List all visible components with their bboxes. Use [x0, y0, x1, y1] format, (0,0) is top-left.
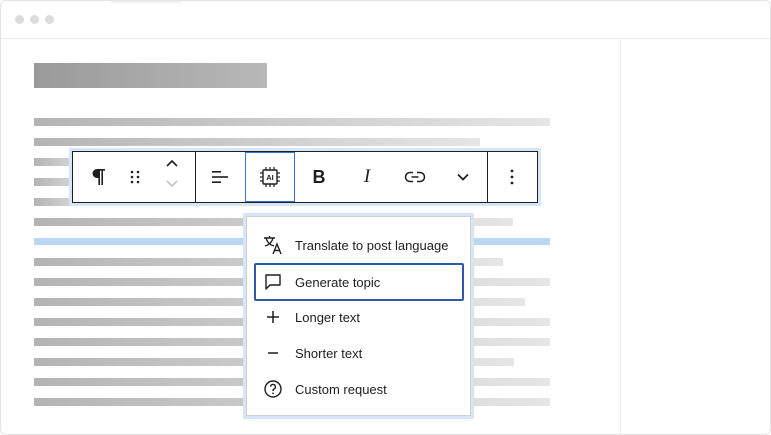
chevron-up-icon	[165, 158, 179, 168]
block-toolbar: AI B I	[72, 151, 538, 203]
align-button[interactable]	[203, 152, 237, 202]
ai-assistant-button[interactable]: AI	[245, 152, 295, 202]
more-vertical-icon	[509, 168, 515, 186]
menu-item-translate[interactable]: Translate to post language	[255, 227, 463, 263]
menu-item-generate-topic[interactable]: Generate topic	[254, 263, 464, 301]
tab-placeholder	[111, 1, 181, 3]
text-line-placeholder[interactable]	[34, 118, 550, 126]
translate-icon	[261, 233, 285, 257]
drag-handle[interactable]	[121, 152, 149, 202]
align-left-icon	[210, 169, 230, 185]
menu-item-label: Generate topic	[295, 274, 381, 290]
options-button[interactable]	[495, 152, 529, 202]
window-dot-icon	[45, 15, 54, 24]
move-down-button[interactable]	[157, 174, 187, 194]
window-dot-icon	[30, 15, 39, 24]
menu-item-label: Translate to post language	[295, 237, 449, 253]
toolbar-divider	[195, 152, 196, 202]
post-title-placeholder[interactable]	[34, 63, 267, 88]
menu-item-custom-request[interactable]: Custom request	[255, 371, 463, 407]
window-titlebar	[1, 1, 770, 39]
move-up-button[interactable]	[157, 150, 187, 176]
bold-button[interactable]: B	[301, 152, 337, 202]
ai-chip-label: AI	[266, 173, 274, 182]
drag-handle-icon	[130, 169, 140, 185]
chevron-down-icon	[456, 172, 470, 182]
pilcrow-icon	[91, 167, 107, 187]
question-circle-icon	[261, 377, 285, 401]
ai-chip-icon: AI	[258, 165, 282, 189]
link-button[interactable]	[397, 152, 433, 202]
paragraph-button[interactable]	[77, 152, 121, 202]
toolbar-divider	[487, 152, 488, 202]
minus-icon	[261, 341, 285, 365]
menu-item-label: Shorter text	[295, 345, 363, 361]
sidebar-divider	[620, 39, 621, 434]
menu-item-label: Custom request	[295, 381, 387, 397]
plus-icon	[261, 305, 285, 329]
menu-item-label: Longer text	[295, 309, 361, 325]
chevron-down-icon	[165, 179, 179, 189]
speech-bubble-icon	[261, 270, 285, 294]
link-icon	[404, 170, 426, 184]
text-line-placeholder[interactable]	[34, 138, 480, 146]
italic-button[interactable]: I	[349, 152, 385, 202]
menu-item-shorter-text[interactable]: Shorter text	[255, 335, 463, 371]
ai-actions-menu: Translate to post language Generate topi…	[246, 216, 471, 416]
more-formats-button[interactable]	[445, 152, 481, 202]
window-dot-icon	[15, 15, 24, 24]
menu-item-longer-text[interactable]: Longer text	[255, 299, 463, 335]
